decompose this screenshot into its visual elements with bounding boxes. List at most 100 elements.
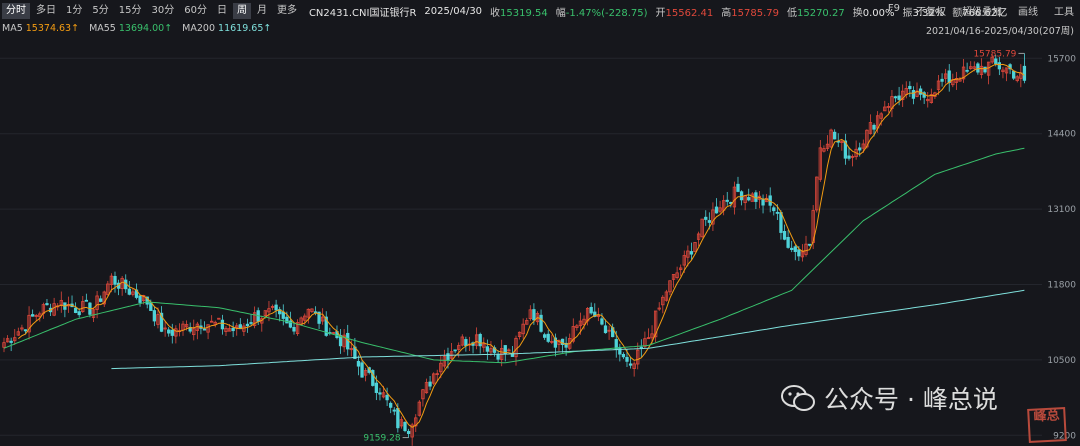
close-value: 15319.54 — [500, 7, 548, 19]
open-label: 开 — [655, 7, 666, 19]
candle-body-104 — [374, 382, 379, 393]
ma5-line — [17, 63, 1025, 428]
candle-body-220 — [790, 247, 794, 250]
tab-10[interactable]: 更多 — [273, 3, 301, 19]
candle-body-135 — [485, 346, 490, 352]
candle-body-126 — [453, 349, 457, 352]
candle-body-272 — [976, 63, 980, 73]
y-tick-label-1: 10500 — [1047, 356, 1076, 366]
watermark: 公众号 · 峰总说 — [780, 380, 998, 416]
candle-body-222 — [797, 249, 801, 257]
candle-body-113 — [406, 430, 411, 434]
low-value: 15270.27 — [796, 7, 845, 19]
candle-body-64 — [231, 327, 235, 332]
change-value: -1.47%(-228.75) — [565, 7, 648, 19]
candle-body-219 — [786, 236, 790, 248]
candle-body-129 — [464, 339, 468, 347]
candle-body-277 — [994, 58, 998, 65]
candle-body-46 — [167, 329, 171, 334]
candle-body-138 — [496, 354, 500, 360]
ma200-line — [111, 289, 1025, 370]
candle-body-221 — [793, 246, 797, 252]
seal-stamp: 峰总 — [1027, 407, 1067, 443]
low-annotation: 9159.28 — [363, 434, 400, 444]
candle-body-110 — [396, 407, 400, 429]
candle-body-243 — [872, 124, 876, 130]
watermark-text: 公众号 · 峰总说 — [824, 385, 998, 414]
candle-body-21 — [77, 311, 81, 316]
candle-body-253 — [908, 85, 912, 90]
candle-body-232 — [833, 131, 837, 140]
high-label: 高 — [721, 7, 732, 19]
y-tick-label-4: 14400 — [1047, 130, 1076, 140]
tab-3[interactable]: 5分 — [88, 3, 112, 19]
candle-body-105 — [378, 392, 382, 395]
candle-body-69 — [249, 322, 253, 324]
candle-body-218 — [782, 230, 787, 240]
candle-body-172 — [618, 346, 622, 355]
candle-body-174 — [625, 356, 629, 362]
candle-body-133 — [478, 333, 482, 347]
candle-body-42 — [152, 310, 157, 322]
candle-body-119 — [428, 381, 432, 387]
period-tabs: 分时 多日 1分 5分 15分 30分 60分日周月更多 — [0, 3, 301, 19]
candle-body-196 — [704, 216, 708, 220]
close-label: 收 — [490, 7, 501, 19]
right-tool-2[interactable]: 超级叠加 — [962, 3, 1002, 18]
change-label: 幅 — [555, 7, 566, 19]
candle-body-197 — [707, 220, 711, 223]
candle-body-47 — [170, 329, 174, 336]
right-tool-1[interactable]: 不复权 — [916, 3, 946, 18]
candle-body-202 — [725, 199, 729, 202]
candle-body-199 — [714, 206, 719, 214]
candle-body-192 — [689, 251, 694, 255]
candle-body-205 — [736, 183, 740, 192]
wechat-icon — [781, 385, 815, 411]
candle-body-212 — [761, 198, 765, 206]
tab-5[interactable]: 30分 — [147, 3, 178, 19]
tab-9[interactable]: 月 — [253, 3, 271, 19]
candle-body-168 — [603, 325, 608, 334]
tab-7[interactable]: 日 — [213, 3, 231, 19]
candle-body-100 — [360, 362, 364, 378]
y-tick-label-2: 11800 — [1047, 281, 1076, 291]
candle-body-210 — [754, 192, 758, 202]
ma-legend-item-0: MA5 15374.63↑ — [2, 23, 80, 34]
candle-body-167 — [600, 318, 604, 325]
right-tool-4[interactable]: 工具 — [1054, 3, 1074, 18]
open-value: 15562.41 — [665, 7, 714, 19]
tab-0[interactable]: 分时 — [2, 3, 30, 19]
candle-body-124 — [446, 353, 450, 360]
tab-1[interactable]: 多日 — [32, 3, 60, 19]
candle-body-173 — [621, 354, 626, 358]
candle-body-274 — [983, 66, 987, 73]
candle-body-250 — [897, 95, 901, 100]
candle-body-35 — [127, 288, 131, 295]
tab-2[interactable]: 1分 — [62, 3, 86, 19]
candle-body-20 — [73, 307, 78, 313]
ma-legend-item-2: MA200 11619.65↑ — [182, 23, 272, 34]
index-code: CN2431.CNI国证银行R — [308, 7, 417, 19]
y-tick-label-3: 13100 — [1047, 205, 1076, 215]
tab-6[interactable]: 60分 — [180, 3, 211, 19]
y-tick-label-5: 15700 — [1047, 54, 1076, 64]
candle-body-249 — [893, 96, 898, 99]
right-tool-0[interactable]: F9 — [888, 3, 900, 18]
tab-8[interactable]: 周 — [232, 3, 251, 19]
candle-body-6 — [23, 329, 28, 332]
candle-body-152 — [546, 333, 550, 342]
high-value: 15785.79 — [731, 7, 779, 19]
candle-body-23 — [84, 299, 89, 302]
candle-body-109 — [392, 409, 396, 412]
candle-body-108 — [389, 402, 393, 408]
right-tool-3[interactable]: 画线 — [1018, 3, 1038, 18]
candle-body-239 — [858, 147, 862, 151]
candle-body-269 — [965, 69, 969, 72]
candle-body-31 — [113, 275, 117, 285]
candle-body-38 — [138, 295, 142, 303]
candle-body-99 — [356, 360, 361, 367]
candle-body-164 — [589, 306, 593, 314]
candle-body-254 — [911, 90, 916, 99]
candle-body-262 — [940, 78, 944, 82]
tab-4[interactable]: 15分 — [115, 3, 146, 19]
